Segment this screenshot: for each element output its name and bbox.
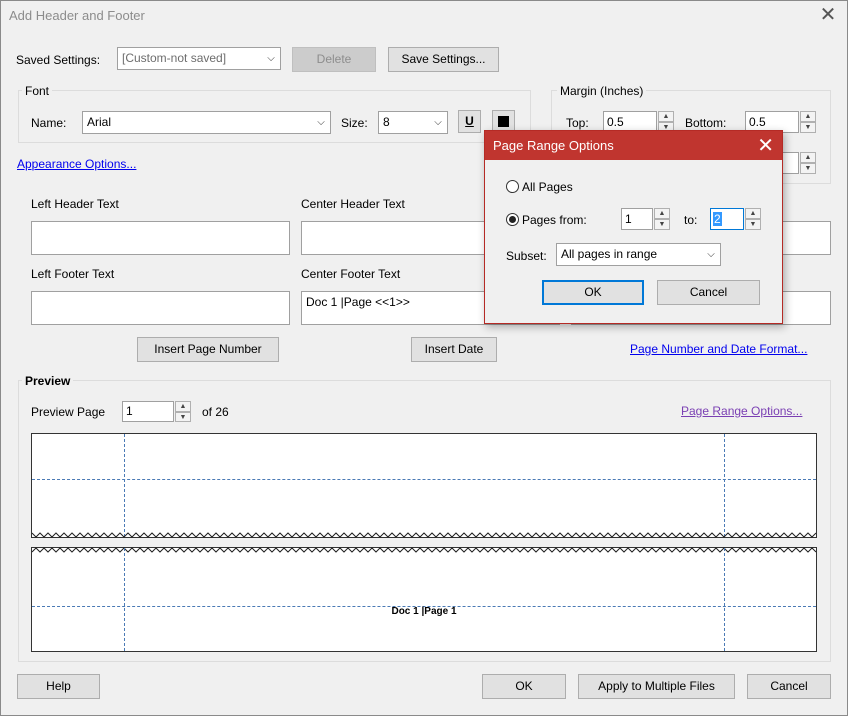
subset-label: Subset:	[506, 249, 547, 263]
dialog-title: Page Range Options	[493, 138, 614, 153]
margin-group-title: Margin (Inches)	[557, 84, 647, 98]
margin-top-value: 0.5	[607, 115, 624, 129]
insert-date-button[interactable]: Insert Date	[411, 337, 497, 362]
pages-from-radio[interactable]	[506, 213, 519, 226]
page-tear-edge	[32, 547, 816, 553]
insert-page-number-button[interactable]: Insert Page Number	[137, 337, 279, 362]
preview-page-input[interactable]: 1	[122, 401, 174, 422]
pages-from-label[interactable]: Pages from:	[522, 213, 587, 227]
margin-top-label: Top:	[566, 116, 589, 130]
left-margin-guide	[124, 434, 125, 537]
all-pages-radio[interactable]	[506, 180, 519, 193]
subset-dropdown[interactable]: All pages in range ⌵	[556, 243, 721, 266]
center-footer-label: Center Footer Text	[301, 267, 401, 281]
chevron-down-icon: ⌵	[434, 117, 442, 128]
preview-group-title: Preview	[22, 374, 74, 388]
delete-button[interactable]: Delete	[292, 47, 376, 72]
spin-up-icon[interactable]: ▲	[800, 111, 816, 122]
page-tear-edge	[32, 532, 816, 538]
preview-page-label: Preview Page	[31, 405, 106, 419]
cancel-button[interactable]: Cancel	[747, 674, 831, 699]
spin-down-icon[interactable]: ▼	[745, 219, 761, 230]
chevron-down-icon: ⌵	[267, 53, 275, 64]
page-range-options-link[interactable]: Page Range Options...	[681, 404, 802, 418]
spin-up-icon[interactable]: ▲	[658, 111, 674, 122]
preview-footer-text: Doc 1 |Page 1	[391, 606, 457, 617]
window-title: Add Header and Footer	[9, 8, 145, 23]
save-settings-button[interactable]: Save Settings...	[388, 47, 499, 72]
font-size-label: Size:	[341, 116, 368, 130]
saved-settings-value: [Custom-not saved]	[122, 51, 227, 65]
dialog-title-bar: Page Range Options ✕	[485, 131, 782, 160]
preview-page-count: of 26	[202, 405, 229, 419]
left-header-label: Left Header Text	[31, 197, 119, 211]
apply-to-multiple-files-button[interactable]: Apply to Multiple Files	[578, 674, 735, 699]
dialog-cancel-button[interactable]: Cancel	[657, 280, 760, 305]
spin-down-icon[interactable]: ▼	[175, 411, 191, 422]
left-footer-input[interactable]	[31, 291, 290, 325]
font-group-title: Font	[22, 84, 53, 98]
font-name-value: Arial	[87, 115, 112, 129]
spin-down-icon[interactable]: ▼	[654, 219, 670, 230]
margin-bottom-spinner[interactable]: ▲ ▼	[800, 111, 816, 133]
help-button[interactable]: Help	[17, 674, 100, 699]
margin-bottom-value: 0.5	[749, 115, 766, 129]
page-range-options-dialog: Page Range Options ✕ All Pages Pages fro…	[484, 130, 783, 324]
spin-up-icon[interactable]: ▲	[175, 401, 191, 412]
spin-up-icon[interactable]: ▲	[800, 152, 816, 163]
to-page-spinner[interactable]: ▲ ▼	[745, 208, 761, 230]
right-margin-guide	[724, 548, 725, 651]
left-header-input[interactable]	[31, 221, 290, 255]
margin-bottom-label: Bottom:	[685, 116, 727, 130]
font-size-value: 8	[383, 115, 390, 129]
font-name-label: Name:	[31, 116, 67, 130]
dialog-close-icon[interactable]: ✕	[757, 133, 774, 158]
close-icon[interactable]: ✕	[817, 4, 839, 26]
to-page-value: 2	[713, 212, 722, 226]
ok-button[interactable]: OK	[482, 674, 566, 699]
spin-up-icon[interactable]: ▲	[654, 208, 670, 219]
chevron-down-icon: ⌵	[707, 249, 715, 260]
from-page-value: 1	[625, 212, 632, 226]
preview-page-value: 1	[126, 404, 133, 418]
from-page-input[interactable]: 1	[621, 208, 653, 230]
spin-down-icon[interactable]: ▼	[800, 122, 816, 133]
left-margin-guide	[124, 548, 125, 651]
from-page-spinner[interactable]: ▲ ▼	[654, 208, 670, 230]
center-header-label: Center Header Text	[301, 197, 405, 211]
to-page-input[interactable]: 2	[710, 208, 744, 230]
preview-page-spinner[interactable]: ▲ ▼	[175, 401, 191, 422]
preview-footer-area: Doc 1 |Page 1	[31, 547, 817, 652]
underline-button[interactable]: U	[458, 110, 481, 133]
appearance-options-link[interactable]: Appearance Options...	[17, 157, 136, 171]
margin-right-spinner[interactable]: ▲ ▼	[800, 152, 816, 174]
preview-header-area	[31, 433, 817, 538]
right-margin-guide	[724, 434, 725, 537]
color-swatch-icon	[498, 116, 509, 127]
chevron-down-icon: ⌵	[317, 117, 325, 128]
all-pages-label[interactable]: All Pages	[522, 180, 573, 194]
left-footer-label: Left Footer Text	[31, 267, 115, 281]
subset-value: All pages in range	[561, 247, 658, 261]
saved-settings-dropdown[interactable]: [Custom-not saved] ⌵	[117, 47, 281, 70]
spin-down-icon[interactable]: ▼	[800, 163, 816, 174]
font-name-dropdown[interactable]: Arial ⌵	[82, 111, 331, 134]
dialog-ok-button[interactable]: OK	[542, 280, 644, 305]
top-margin-guide	[32, 479, 816, 480]
font-size-dropdown[interactable]: 8 ⌵	[378, 111, 448, 134]
to-label: to:	[684, 213, 698, 227]
page-number-date-format-link[interactable]: Page Number and Date Format...	[630, 342, 807, 356]
spin-up-icon[interactable]: ▲	[745, 208, 761, 219]
saved-settings-label: Saved Settings:	[16, 53, 101, 67]
